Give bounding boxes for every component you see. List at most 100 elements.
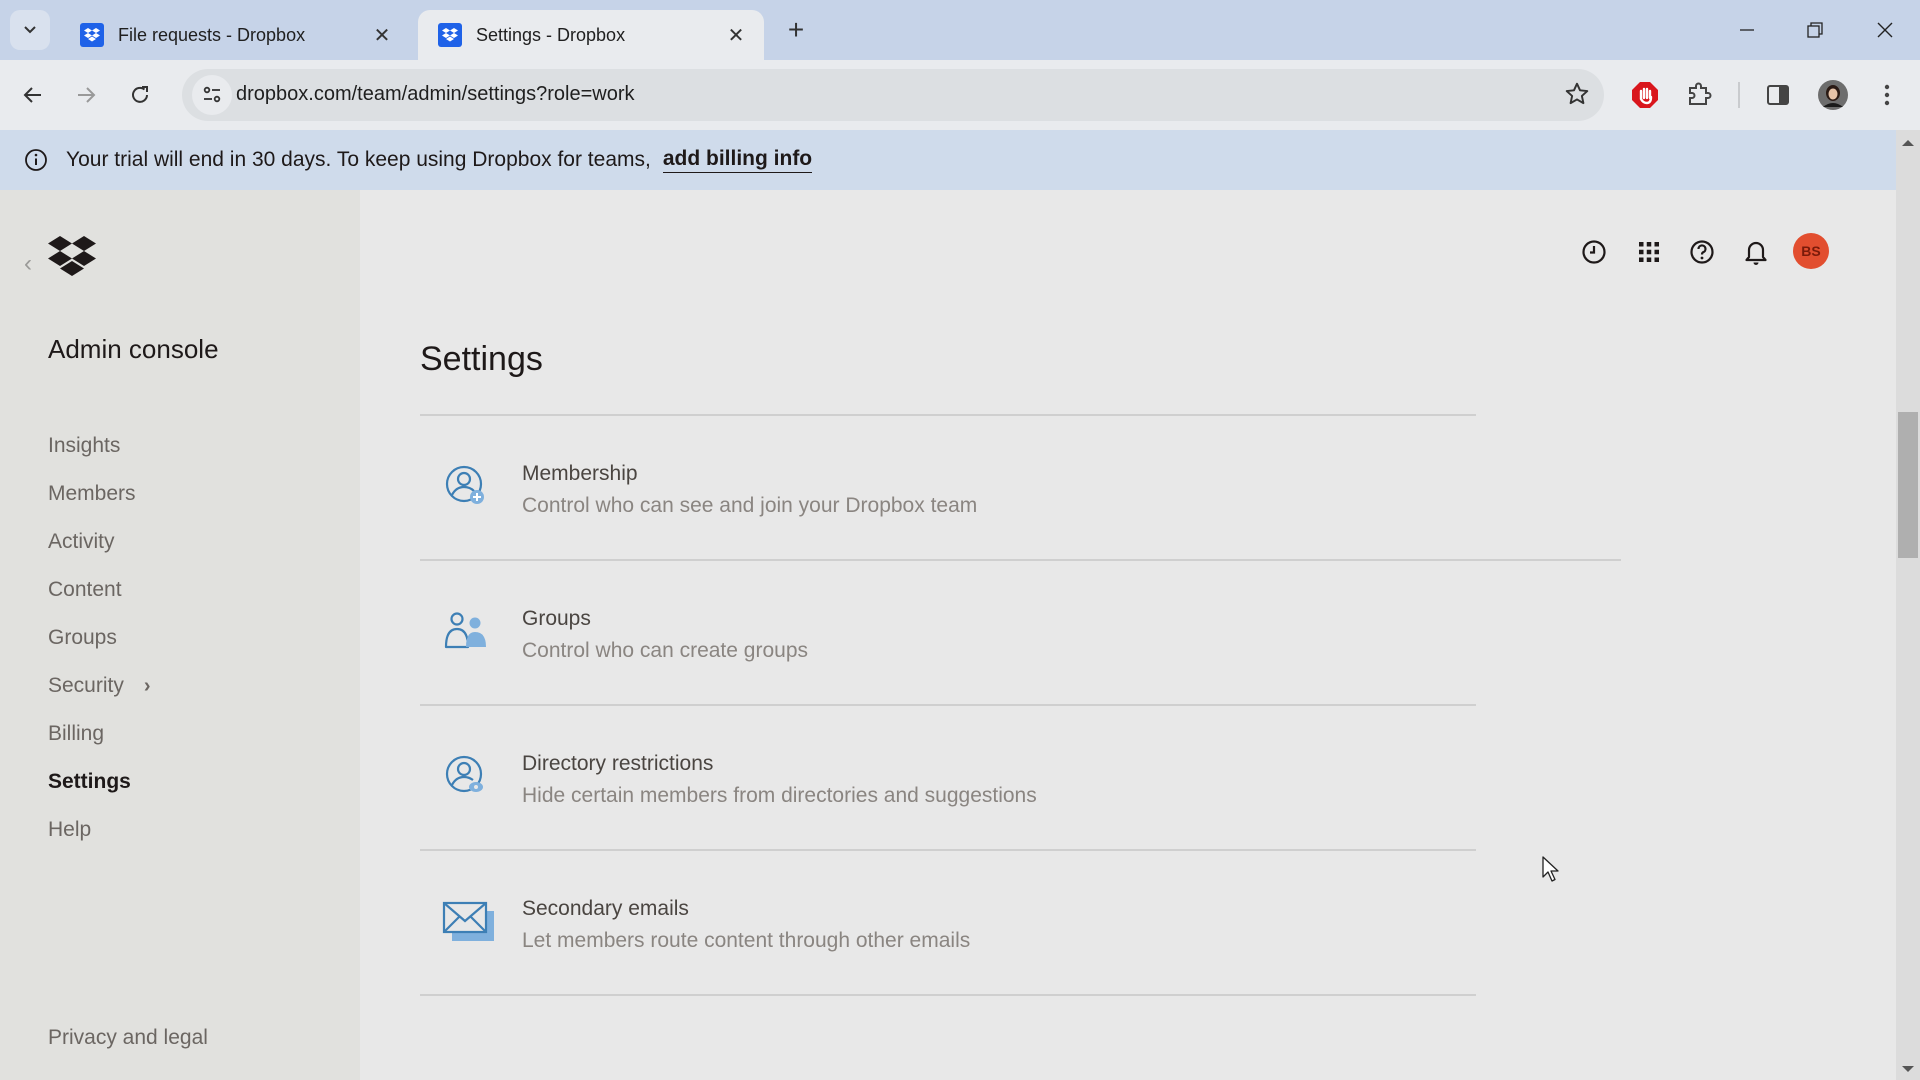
minimize-icon (1740, 29, 1754, 31)
setting-divider (420, 849, 1476, 851)
scroll-down-arrow-icon[interactable] (1902, 1066, 1914, 1072)
sidebar-item-settings[interactable]: Settings (48, 758, 151, 806)
sidebar-item-label: Billing (48, 722, 105, 745)
restore-button[interactable] (1790, 10, 1840, 50)
collapse-sidebar-icon[interactable]: ‹ (24, 250, 32, 278)
toolbar-separator (1738, 82, 1740, 108)
browser-toolbar: dropbox.com/team/admin/settings?role=wor… (0, 60, 1920, 130)
user-visibility-icon (445, 755, 483, 793)
envelope-icon (442, 901, 494, 941)
browser-menu-button[interactable] (1869, 77, 1905, 113)
star-icon (1565, 82, 1589, 105)
setting-membership[interactable]: Membership Control who can see and join … (420, 462, 1476, 602)
setting-divider (420, 704, 1476, 706)
sidebar-item-label: Groups (48, 626, 117, 649)
browser-tabstrip: File requests - Dropbox ✕ Settings - Dro… (0, 0, 1920, 60)
side-panel-button[interactable] (1760, 77, 1796, 113)
trial-message: Your trial will end in 30 days. To keep … (66, 148, 651, 171)
sidebar-item-content[interactable]: Content (48, 566, 151, 614)
dropbox-favicon (438, 23, 462, 47)
notifications-button[interactable] (1738, 234, 1774, 270)
reload-button[interactable] (120, 75, 160, 115)
chevron-down-icon (24, 26, 36, 34)
tab-settings[interactable]: Settings - Dropbox ✕ (418, 10, 764, 60)
setting-description: Hide certain members from directories an… (522, 784, 1037, 807)
kebab-menu-icon (1884, 84, 1890, 106)
scrollbar-thumb[interactable] (1898, 412, 1918, 558)
setting-title: Directory restrictions (522, 752, 714, 775)
page-scrollbar[interactable] (1896, 130, 1920, 1080)
sidebar-item-billing[interactable]: Billing (48, 710, 151, 758)
minimize-button[interactable] (1722, 10, 1772, 50)
profile-button[interactable] (1815, 77, 1851, 113)
info-icon (25, 149, 47, 171)
app-launcher-button[interactable] (1631, 234, 1667, 270)
add-billing-info-link[interactable]: add billing info (662, 147, 813, 173)
sidebar-item-members[interactable]: Members (48, 470, 151, 518)
forward-button[interactable] (66, 75, 106, 115)
groups-icon (444, 612, 486, 649)
sidebar-item-help[interactable]: Help (48, 806, 151, 854)
close-window-button[interactable] (1860, 10, 1910, 50)
profile-avatar (1818, 80, 1848, 110)
close-tab-icon[interactable]: ✕ (722, 21, 750, 49)
trial-banner: Your trial will end in 30 days. To keep … (0, 130, 1896, 190)
sidebar-item-activity[interactable]: Activity (48, 518, 151, 566)
tab-title: Settings - Dropbox (476, 24, 626, 45)
help-button[interactable] (1684, 234, 1720, 270)
dropbox-logo[interactable] (48, 235, 96, 282)
setting-divider (420, 559, 1621, 561)
setting-description: Control who can see and join your Dropbo… (522, 494, 978, 517)
address-bar[interactable]: dropbox.com/team/admin/settings?role=wor… (182, 69, 1604, 121)
admin-console-title: Admin console (48, 334, 219, 364)
sidebar-item-label: Activity (48, 530, 115, 553)
tab-search-button[interactable] (10, 10, 50, 50)
privacy-legal-link[interactable]: Privacy and legal (48, 1026, 208, 1050)
sidebar-item-label: Security (48, 674, 124, 697)
sidebar-item-insights[interactable]: Insights (48, 422, 151, 470)
sidebar-item-label: Insights (48, 434, 121, 457)
dropbox-logo-icon (48, 236, 96, 276)
reload-icon (132, 86, 148, 103)
setting-title: Membership (522, 462, 638, 485)
close-tab-icon[interactable]: ✕ (368, 21, 396, 49)
chevron-right-icon: › (143, 674, 151, 697)
sidebar-item-security[interactable]: Security › (48, 662, 151, 710)
arrow-left-icon (23, 87, 41, 103)
setting-description: Let members route content through other … (522, 929, 971, 952)
admin-sidebar: ‹ Admin console Insights Members Activit… (0, 190, 360, 1080)
setting-description: Control who can create groups (522, 639, 808, 662)
site-info-button[interactable] (192, 75, 232, 115)
bell-icon (1745, 241, 1767, 265)
back-button[interactable] (13, 75, 53, 115)
sidebar-item-label: Members (48, 482, 136, 505)
arrow-right-icon (78, 87, 96, 103)
side-panel-icon (1767, 85, 1789, 105)
tab-file-requests[interactable]: File requests - Dropbox ✕ (60, 10, 410, 60)
tab-title: File requests - Dropbox (118, 24, 306, 45)
admin-nav: Insights Members Activity Content Groups… (48, 422, 151, 854)
scroll-up-arrow-icon[interactable] (1902, 140, 1914, 146)
setting-title: Groups (522, 607, 591, 630)
help-icon (1690, 240, 1714, 264)
setting-secondary-emails[interactable]: Secondary emails Let members route conte… (420, 897, 1476, 1037)
close-icon (1877, 22, 1893, 38)
user-add-icon (445, 465, 484, 504)
adblock-hand-icon (1632, 82, 1658, 108)
adblock-extension-button[interactable] (1627, 77, 1663, 113)
activity-history-button[interactable] (1576, 234, 1612, 270)
account-avatar[interactable]: BS (1793, 233, 1829, 269)
page-title: Settings (420, 340, 543, 378)
sidebar-item-label: Settings (48, 770, 131, 793)
app-grid-icon (1639, 242, 1659, 262)
new-tab-button[interactable]: + (780, 14, 812, 46)
url-text[interactable]: dropbox.com/team/admin/settings?role=wor… (236, 83, 635, 106)
bookmark-button[interactable] (1564, 81, 1590, 112)
setting-directory-restrictions[interactable]: Directory restrictions Hide certain memb… (420, 752, 1476, 892)
sidebar-item-groups[interactable]: Groups (48, 614, 151, 662)
setting-groups[interactable]: Groups Control who can create groups (420, 607, 1476, 747)
dropbox-favicon (80, 23, 104, 47)
clock-icon (1582, 240, 1606, 264)
extensions-button[interactable] (1681, 77, 1717, 113)
setting-title: Secondary emails (522, 897, 689, 920)
